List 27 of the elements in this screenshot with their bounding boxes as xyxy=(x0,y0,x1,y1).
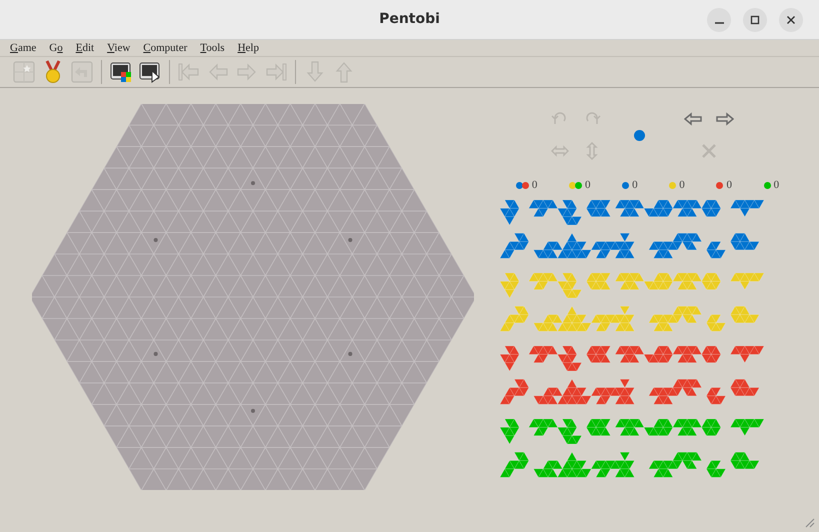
score-value: 0 xyxy=(532,178,538,193)
clear-icon xyxy=(700,142,718,160)
window-title: Pentobi xyxy=(379,10,440,29)
resize-grip-icon[interactable] xyxy=(803,516,815,528)
menu-item[interactable]: Computer xyxy=(143,40,188,56)
next-icon xyxy=(716,110,734,128)
menu-item[interactable]: Edit xyxy=(76,40,94,56)
menu-item[interactable]: Tools xyxy=(200,40,225,56)
score-value: 0 xyxy=(632,178,638,193)
previous-icon xyxy=(684,110,702,128)
maximize-icon xyxy=(750,14,760,24)
play-button[interactable] xyxy=(138,60,162,84)
menu-item[interactable]: Game xyxy=(10,40,36,56)
maximize-button[interactable] xyxy=(743,8,767,32)
minimize-icon xyxy=(714,22,724,24)
close-button[interactable] xyxy=(779,8,803,32)
computer-colors-button[interactable] xyxy=(109,60,133,84)
menu-item[interactable]: Go xyxy=(49,40,63,56)
score-value: 0 xyxy=(584,178,590,193)
minimize-button[interactable] xyxy=(707,8,731,32)
score-value: 0 xyxy=(774,178,780,193)
menu-item[interactable]: View xyxy=(107,40,130,56)
score-value: 0 xyxy=(679,178,685,193)
flip-vertical-icon xyxy=(583,142,601,160)
close-icon xyxy=(786,14,796,24)
score-value: 0 xyxy=(726,178,732,193)
menu-item[interactable]: Help xyxy=(238,40,259,56)
